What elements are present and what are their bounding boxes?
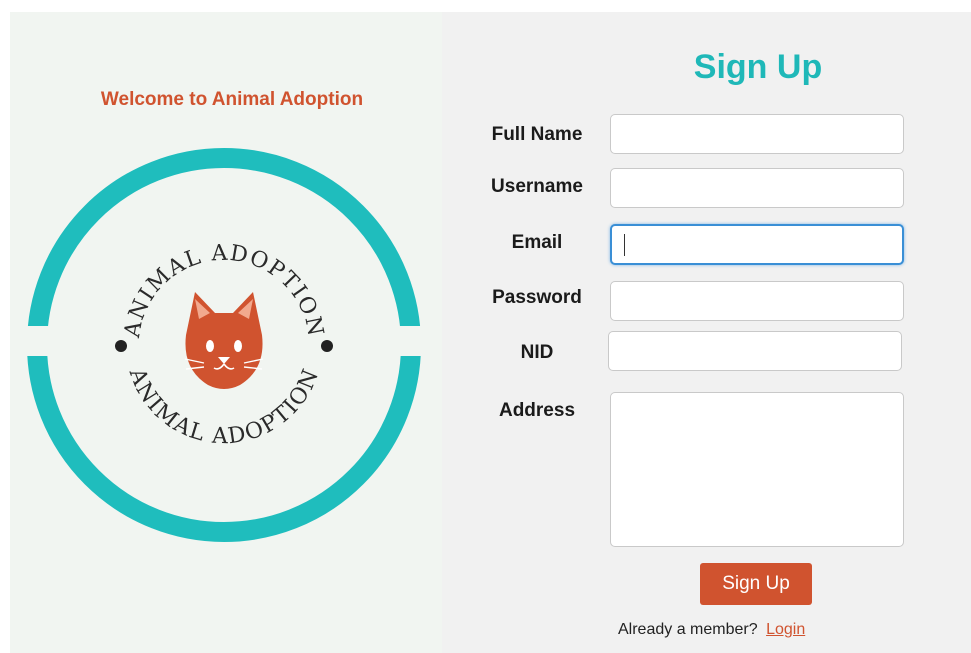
password-label: Password (492, 287, 582, 308)
member-text: Already a member? (618, 621, 758, 638)
text-caret (624, 234, 625, 256)
address-label: Address (498, 400, 576, 421)
logo-dot-right (321, 340, 333, 352)
welcome-heading: Welcome to Animal Adoption (100, 89, 364, 110)
nid-label: NID (520, 342, 554, 363)
password-input[interactable] (610, 281, 904, 321)
animal-adoption-logo: ANIMAL ADOPTION ANIMAL ADOPTION (27, 148, 421, 542)
address-textarea[interactable] (610, 392, 904, 547)
logo-dot-left (115, 340, 127, 352)
full-name-label: Full Name (491, 124, 583, 145)
email-input[interactable] (610, 224, 904, 265)
signup-button[interactable]: Sign Up (700, 563, 812, 605)
login-link[interactable]: Login (766, 621, 805, 638)
signup-title: Sign Up (693, 48, 823, 86)
full-name-input[interactable] (610, 114, 904, 154)
nid-input[interactable] (608, 331, 902, 371)
username-label: Username (491, 176, 583, 197)
username-input[interactable] (610, 168, 904, 208)
email-label: Email (511, 232, 563, 253)
cat-icon (184, 292, 264, 389)
member-prompt: Already a member? Login (618, 621, 805, 639)
